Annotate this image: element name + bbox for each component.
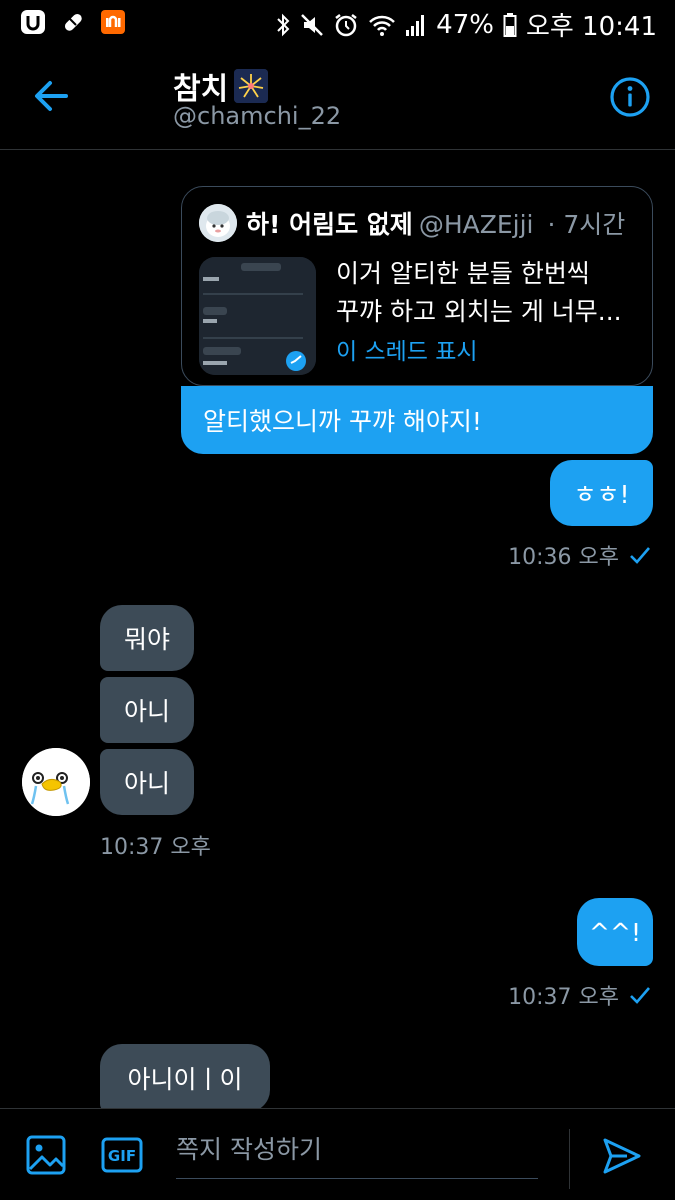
battery-icon [503, 12, 517, 37]
message-meta: 10:37 오후 [100, 829, 211, 861]
outgoing-message[interactable]: ㅎㅎ! [550, 460, 653, 526]
quoted-author-name: 하! 어림도 없제 [246, 210, 413, 239]
image-icon[interactable] [26, 1135, 66, 1175]
composer-divider [569, 1129, 570, 1189]
message-meta: 10:37 오후 [508, 979, 651, 1011]
incoming-message[interactable]: 아니이ㅣ이 [100, 1044, 270, 1108]
incoming-message[interactable]: 아니 [100, 749, 194, 815]
clock: 오후 10:41 [525, 12, 657, 42]
message-text: ^^! [589, 917, 641, 947]
alarm-icon [335, 13, 357, 36]
battery-percent: 47% [436, 9, 494, 40]
read-check-icon [630, 547, 650, 564]
send-icon[interactable] [601, 1135, 643, 1177]
message-text: ㅎㅎ! [573, 480, 630, 509]
bluetooth-icon [277, 13, 290, 36]
conversation-header: 참치 @chamchi_22 [0, 44, 675, 150]
quoted-tweet-thumbnail[interactable] [199, 257, 316, 375]
quoted-author-handle: @HAZEjji [418, 210, 534, 239]
message-text: 알티했으니까 꾸꺄 해야지! [203, 407, 482, 436]
message-timestamp: 10:37 오후 [100, 835, 211, 860]
mute-icon [301, 13, 324, 36]
message-list[interactable]: 하! 어림도 없제 @HAZEjji · 7시간 이거 알티한 분들 한번씩 꾸꺄… [0, 150, 675, 1108]
message-text: 뭐야 [123, 625, 170, 654]
contact-handle: @chamchi_22 [173, 102, 342, 130]
quoted-tweet-time: · 7시간 [547, 210, 626, 239]
outgoing-message[interactable]: ^^! [577, 898, 653, 966]
message-input[interactable] [176, 1121, 538, 1179]
message-text: 아니 [123, 769, 170, 798]
incoming-message[interactable]: 뭐야 [100, 605, 194, 671]
quoted-tweet-card[interactable]: 하! 어림도 없제 @HAZEjji · 7시간 이거 알티한 분들 한번씩 꾸꺄… [181, 186, 653, 386]
gif-label: GIF [108, 1147, 136, 1165]
quoted-tweet-text-line: 꾸꺄 하고 외치는 게 너무... [336, 297, 622, 326]
gif-icon[interactable]: GIF [101, 1137, 143, 1173]
u-app-icon [21, 10, 45, 34]
back-arrow-icon[interactable] [30, 78, 74, 114]
message-timestamp: 10:36 오후 [508, 545, 619, 570]
quoted-tweet-text: 이거 알티한 분들 한번씩 꾸꺄 하고 외치는 게 너무... [336, 255, 636, 331]
app-root: 47% 오후 10:41 참치 @chamchi_22 하! 어림도 없제 @H… [0, 0, 675, 1200]
quoted-tweet-header: 하! 어림도 없제 @HAZEjji · 7시간 [246, 205, 625, 241]
fireworks-emoji-icon [234, 69, 269, 103]
contact-avatar[interactable] [22, 748, 90, 816]
pill-icon [64, 13, 82, 31]
message-text: 아니 [123, 697, 170, 726]
info-icon[interactable] [609, 76, 651, 118]
quoted-tweet-text-line: 이거 알티한 분들 한번씩 [336, 259, 590, 288]
quoted-author-avatar [199, 204, 237, 242]
outgoing-message[interactable]: 알티했으니까 꾸꺄 해야지! [181, 386, 653, 454]
show-thread-link[interactable]: 이 스레드 표시 [336, 332, 478, 366]
message-meta: 10:36 오후 [508, 539, 651, 571]
read-check-icon [630, 987, 650, 1004]
signal-icon [406, 14, 425, 36]
message-text: 아니이ㅣ이 [127, 1065, 243, 1094]
mi-app-icon [101, 10, 125, 34]
message-timestamp: 10:37 오후 [508, 985, 619, 1010]
wifi-icon [369, 15, 396, 36]
message-composer: GIF [0, 1108, 675, 1200]
incoming-message[interactable]: 아니 [100, 677, 194, 743]
status-bar: 47% 오후 10:41 [0, 0, 675, 44]
